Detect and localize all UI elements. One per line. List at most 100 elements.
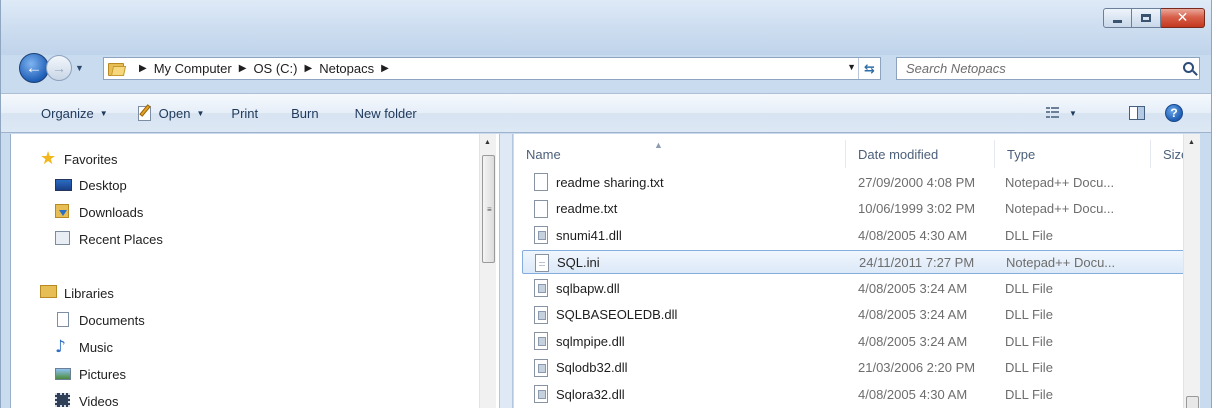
file-name-cell[interactable]: readme sharing.txt: [534, 170, 854, 194]
nav-item-pictures[interactable]: Pictures: [55, 366, 126, 382]
column-header-type[interactable]: Type: [994, 140, 1144, 168]
nav-item-videos[interactable]: Videos: [55, 393, 119, 408]
nav-item-desktop[interactable]: Desktop: [55, 177, 127, 193]
nav-item-music[interactable]: ♪ Music: [55, 339, 113, 356]
recent-places-icon: [55, 231, 73, 247]
file-type: DLL File: [1005, 227, 1053, 243]
file-row[interactable]: snumi41.dll 4/08/2005 4:30 AM DLL File: [522, 223, 1186, 247]
file-type: DLL File: [1005, 307, 1053, 322]
nav-item-label: Pictures: [79, 366, 126, 382]
file-date: 24/11/2011 7:27 PM: [859, 255, 975, 270]
search-input[interactable]: Search Netopacs: [896, 57, 1200, 80]
open-button[interactable]: Open ▼: [137, 93, 204, 133]
file-row[interactable]: Sqlora32.dll 4/08/2005 4:30 AM DLL File: [522, 382, 1186, 406]
nav-item-label: Recent Places: [79, 231, 163, 247]
file-name-cell[interactable]: sqlbapw.dll: [534, 276, 854, 300]
file-date: 4/08/2005 4:30 AM: [858, 386, 968, 402]
file-name-cell[interactable]: SQLBASEOLEDB.dll: [534, 303, 854, 327]
refresh-button[interactable]: ⇆: [858, 58, 880, 79]
nav-pane-scrollbar[interactable]: ▲ ≡: [479, 134, 496, 408]
organize-button[interactable]: Organize ▼: [41, 93, 108, 133]
print-button[interactable]: Print: [231, 93, 258, 133]
nav-item-documents[interactable]: Documents: [55, 312, 145, 328]
preview-pane-icon: [1129, 106, 1145, 120]
column-header-name[interactable]: Name ▲: [514, 140, 845, 168]
breadcrumb-chevron-icon[interactable]: ▶: [381, 63, 389, 74]
back-button[interactable]: ←: [19, 53, 49, 83]
text-file-icon: [534, 173, 548, 191]
nav-favorites[interactable]: ★ Favorites: [40, 148, 118, 169]
forward-button[interactable]: →: [46, 55, 72, 81]
search-placeholder: Search Netopacs: [906, 61, 1006, 76]
column-header-date[interactable]: Date modified: [845, 140, 994, 168]
scrollbar-thumb[interactable]: [1186, 396, 1199, 408]
scroll-up-icon[interactable]: ▲: [484, 139, 491, 146]
file-date: 27/09/2000 4:08 PM: [858, 174, 976, 190]
chevron-down-icon: ▼: [1069, 108, 1077, 118]
scrollbar-thumb[interactable]: ≡: [482, 155, 495, 263]
file-name: readme.txt: [556, 201, 618, 216]
close-button[interactable]: ✕: [1161, 8, 1205, 28]
open-label: Open: [158, 105, 191, 121]
search-icon[interactable]: [1183, 62, 1194, 73]
documents-icon: [55, 312, 73, 328]
recent-pages-dropdown[interactable]: ▼: [75, 63, 84, 73]
breadcrumb-chevron-icon[interactable]: ▶: [305, 63, 313, 74]
help-button[interactable]: ?: [1165, 93, 1183, 133]
dll-file-icon: [534, 332, 548, 350]
preview-pane-button[interactable]: [1129, 93, 1145, 133]
file-type: Notepad++ Docu...: [1005, 201, 1115, 216]
breadcrumb-item[interactable]: Netopacs: [319, 61, 374, 76]
breadcrumb-item[interactable]: My Computer: [154, 61, 232, 76]
address-dropdown-icon[interactable]: ▼: [847, 62, 856, 72]
scroll-up-icon[interactable]: ▲: [1188, 139, 1195, 146]
file-name-cell[interactable]: SQL.ini: [535, 251, 855, 275]
file-name-cell[interactable]: Sqlora32.dll: [534, 382, 854, 406]
column-header-size[interactable]: Size: [1150, 140, 1183, 168]
pictures-icon: [55, 366, 73, 382]
new-folder-button[interactable]: New folder: [355, 93, 417, 133]
close-icon: ✕: [1176, 10, 1189, 26]
videos-icon: [55, 393, 73, 408]
file-row[interactable]: sqlmpipe.dll 4/08/2005 3:24 AM DLL File: [522, 329, 1186, 353]
breadcrumb-chevron-icon[interactable]: ▶: [239, 63, 247, 74]
burn-button[interactable]: Burn: [291, 93, 318, 133]
address-bar[interactable]: ▶ My Computer ▶ OS (C:) ▶ Netopacs ▶ ▼ ⇆: [103, 57, 881, 80]
chevron-down-icon: ▼: [99, 108, 108, 118]
forward-arrow-icon: →: [52, 60, 66, 76]
column-header-label: Name: [526, 146, 561, 162]
nav-item-downloads[interactable]: Downloads: [55, 204, 143, 220]
file-name-cell[interactable]: snumi41.dll: [534, 223, 854, 247]
file-row[interactable]: sqlbapw.dll 4/08/2005 3:24 AM DLL File: [522, 276, 1186, 300]
file-row[interactable]: readme.txt 10/06/1999 3:02 PM Notepad++ Do…: [522, 197, 1186, 221]
file-name-cell[interactable]: sqlmpipe.dll: [534, 329, 854, 353]
title-bar: [1, 0, 1211, 55]
column-header-label: Type: [1007, 146, 1036, 162]
minimize-button[interactable]: [1103, 8, 1132, 28]
star-icon: ★: [40, 148, 57, 169]
file-name: sqlbapw.dll: [556, 280, 620, 296]
change-view-button[interactable]: ▼: [1046, 93, 1077, 133]
nav-libraries-label: Libraries: [64, 285, 114, 301]
nav-item-label: Music: [79, 339, 113, 355]
file-row[interactable]: SQLBASEOLEDB.dll 4/08/2005 3:24 AM DLL Fil…: [522, 303, 1186, 327]
file-type: DLL File: [1005, 333, 1053, 349]
file-name-cell[interactable]: readme.txt: [534, 197, 854, 221]
file-name-cell[interactable]: Sqlodb32.dll: [534, 356, 854, 380]
nav-favorites-label: Favorites: [64, 151, 118, 167]
column-header-label: Size: [1163, 146, 1183, 162]
breadcrumb-chevron-icon[interactable]: ▶: [139, 63, 147, 74]
file-row[interactable]: Sqlodb32.dll 21/03/2006 2:20 PM DLL File: [522, 356, 1186, 380]
file-row[interactable]: readme sharing.txt 27/09/2000 4:08 PM Note…: [522, 170, 1186, 194]
file-list-scrollbar[interactable]: ▲: [1183, 134, 1200, 408]
maximize-button[interactable]: [1132, 8, 1161, 28]
file-row[interactable]: SQL.ini 24/11/2011 7:27 PM Notepad++ Docu.…: [522, 249, 1186, 275]
nav-item-label: Videos: [79, 393, 119, 408]
file-type: DLL File: [1005, 386, 1053, 402]
pane-splitter[interactable]: [499, 134, 513, 408]
help-icon: ?: [1165, 104, 1183, 122]
breadcrumb-item[interactable]: OS (C:): [253, 61, 297, 76]
nav-libraries[interactable]: Libraries: [40, 285, 114, 301]
nav-item-recent-places[interactable]: Recent Places: [55, 231, 163, 247]
refresh-icon: ⇆: [864, 60, 875, 76]
